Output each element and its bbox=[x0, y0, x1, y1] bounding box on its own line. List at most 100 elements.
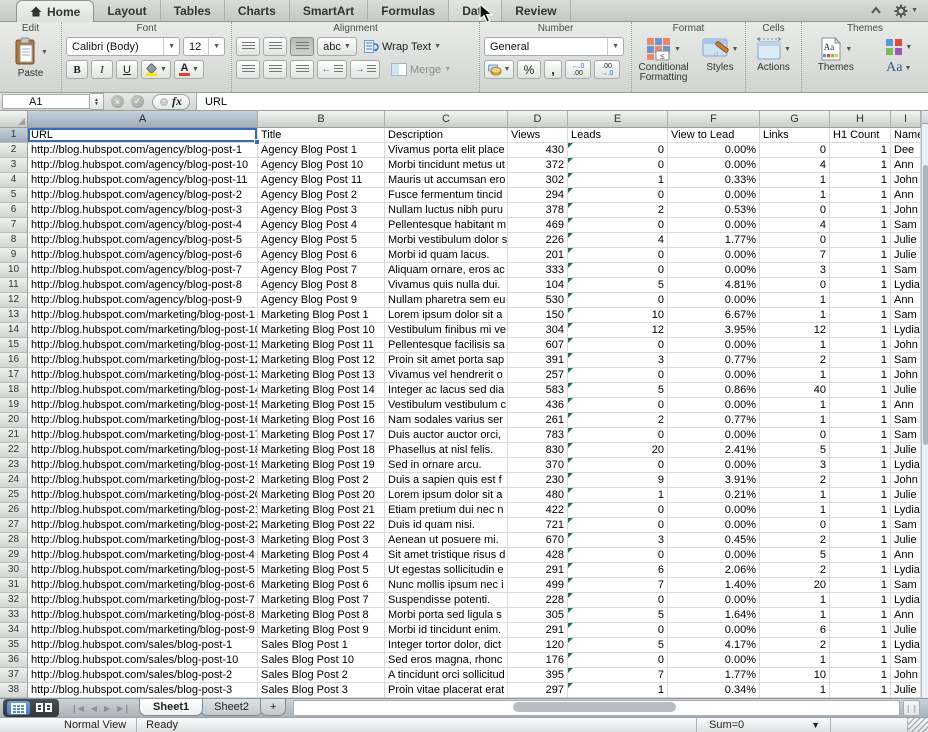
cell-name[interactable]: John bbox=[891, 368, 921, 383]
cell-title[interactable]: Agency Blog Post 9 bbox=[258, 293, 385, 308]
cell-description[interactable]: Morbi vestibulum dolor s bbox=[385, 233, 508, 248]
conditional-formatting-button[interactable]: ≤ ▼ Conditional Formatting bbox=[639, 37, 689, 83]
cell-name[interactable]: Lydia bbox=[891, 278, 921, 293]
row-header-14[interactable]: 14 bbox=[0, 323, 28, 338]
increase-decimal-button[interactable]: .00 →.0 bbox=[594, 60, 620, 79]
cell-links[interactable]: 0 bbox=[760, 143, 830, 158]
cell-views[interactable]: 783 bbox=[508, 428, 568, 443]
row-header-6[interactable]: 6 bbox=[0, 203, 28, 218]
cell-view_to_lead[interactable]: 2.41% bbox=[668, 443, 760, 458]
cell-views[interactable]: 294 bbox=[508, 188, 568, 203]
row-header-16[interactable]: 16 bbox=[0, 353, 28, 368]
prev-sheet-button[interactable]: ◀ bbox=[91, 704, 97, 713]
cell-view_to_lead[interactable]: 0.00% bbox=[668, 653, 760, 668]
actions-button[interactable]: ▼ Actions bbox=[746, 35, 801, 73]
cell-h1_count[interactable]: 1 bbox=[830, 248, 891, 263]
cell-views[interactable]: 304 bbox=[508, 323, 568, 338]
cell-h1_count[interactable]: 1 bbox=[830, 668, 891, 683]
cell-links[interactable]: 2 bbox=[760, 563, 830, 578]
cell-name[interactable]: Julie bbox=[891, 443, 921, 458]
cell-leads[interactable]: 1 bbox=[568, 488, 668, 503]
cell-name[interactable]: Dee bbox=[891, 143, 921, 158]
row-header-10[interactable]: 10 bbox=[0, 263, 28, 278]
cell-links[interactable]: 0 bbox=[760, 233, 830, 248]
cell-leads[interactable]: 0 bbox=[568, 428, 668, 443]
ribbon-tab-review[interactable]: Review bbox=[502, 0, 570, 21]
row-header-5[interactable]: 5 bbox=[0, 188, 28, 203]
cell-links[interactable]: 20 bbox=[760, 578, 830, 593]
cell-h1_count[interactable]: 1 bbox=[830, 383, 891, 398]
cell-title[interactable]: Agency Blog Post 11 bbox=[258, 173, 385, 188]
cell-h1_count[interactable]: 1 bbox=[830, 473, 891, 488]
cell-h1_count[interactable]: 1 bbox=[830, 518, 891, 533]
cell-description[interactable]: Vivamus quis nulla dui. bbox=[385, 278, 508, 293]
row-header-21[interactable]: 21 bbox=[0, 428, 28, 443]
fill-handle[interactable] bbox=[254, 139, 260, 145]
cell-url[interactable]: http://blog.hubspot.com/marketing/blog-p… bbox=[28, 473, 258, 488]
cell-views[interactable]: 333 bbox=[508, 263, 568, 278]
enter-button[interactable]: ✓ bbox=[131, 95, 144, 108]
cell-view_to_lead[interactable]: 0.00% bbox=[668, 188, 760, 203]
cell-title[interactable]: Marketing Blog Post 14 bbox=[258, 383, 385, 398]
cell-links[interactable]: 1 bbox=[760, 398, 830, 413]
cell-name[interactable]: Ann bbox=[891, 608, 921, 623]
column-header-G[interactable]: G bbox=[760, 111, 830, 127]
cell-h1_count[interactable]: 1 bbox=[830, 338, 891, 353]
cell-title[interactable]: Marketing Blog Post 5 bbox=[258, 563, 385, 578]
insert-function-button[interactable]: − fx bbox=[152, 94, 190, 110]
cell-h1_count[interactable]: 1 bbox=[830, 638, 891, 653]
cell-h1_count[interactable]: 1 bbox=[830, 203, 891, 218]
cell-views[interactable]: 291 bbox=[508, 623, 568, 638]
cell-view_to_lead[interactable]: 0.00% bbox=[668, 548, 760, 563]
cell-description[interactable]: Morbi id tincidunt enim. bbox=[385, 623, 508, 638]
cell-description[interactable]: Aenean ut posuere mi. bbox=[385, 533, 508, 548]
cell-leads[interactable]: 0 bbox=[568, 218, 668, 233]
cell-name[interactable]: Sam bbox=[891, 353, 921, 368]
cell-h1_count[interactable]: 1 bbox=[830, 158, 891, 173]
cell-title[interactable]: Marketing Blog Post 22 bbox=[258, 518, 385, 533]
cell-url[interactable]: http://blog.hubspot.com/agency/blog-post… bbox=[28, 203, 258, 218]
cell-url[interactable]: http://blog.hubspot.com/agency/blog-post… bbox=[28, 143, 258, 158]
cell-h1_count[interactable]: 1 bbox=[830, 143, 891, 158]
cell-title[interactable]: Agency Blog Post 2 bbox=[258, 188, 385, 203]
cell-leads[interactable]: 5 bbox=[568, 383, 668, 398]
cell-title[interactable]: Sales Blog Post 3 bbox=[258, 683, 385, 698]
cell-links[interactable]: 1 bbox=[760, 488, 830, 503]
text-orientation-button[interactable]: abc▼ bbox=[317, 37, 357, 56]
cell-view_to_lead[interactable]: 0.00% bbox=[668, 158, 760, 173]
ribbon-tab-home[interactable]: Home bbox=[16, 0, 94, 22]
cell-url[interactable]: http://blog.hubspot.com/agency/blog-post… bbox=[28, 278, 258, 293]
cell-leads[interactable]: 0 bbox=[568, 653, 668, 668]
column-header-E[interactable]: E bbox=[568, 111, 668, 127]
row-header-34[interactable]: 34 bbox=[0, 623, 28, 638]
cell-views[interactable]: 830 bbox=[508, 443, 568, 458]
cell-leads[interactable]: 5 bbox=[568, 278, 668, 293]
cell-links[interactable]: 5 bbox=[760, 443, 830, 458]
cell-description[interactable]: Vestibulum vestibulum c bbox=[385, 398, 508, 413]
ribbon-tab-tables[interactable]: Tables bbox=[161, 0, 225, 21]
cell-name[interactable]: Name bbox=[891, 128, 921, 143]
cell-view_to_lead[interactable]: 0.34% bbox=[668, 683, 760, 698]
cell-name[interactable]: Ann bbox=[891, 188, 921, 203]
cell-leads[interactable]: 0 bbox=[568, 368, 668, 383]
cell-title[interactable]: Agency Blog Post 8 bbox=[258, 278, 385, 293]
cell-view_to_lead[interactable]: 1.40% bbox=[668, 578, 760, 593]
cell-links[interactable]: 1 bbox=[760, 413, 830, 428]
cell-links[interactable]: 2 bbox=[760, 638, 830, 653]
cell-description[interactable]: Sed in ornare arcu. bbox=[385, 458, 508, 473]
cell-h1_count[interactable]: 1 bbox=[830, 413, 891, 428]
cell-views[interactable]: 430 bbox=[508, 143, 568, 158]
row-header-33[interactable]: 33 bbox=[0, 608, 28, 623]
cell-views[interactable]: 422 bbox=[508, 503, 568, 518]
cell-links[interactable]: 0 bbox=[760, 203, 830, 218]
cell-leads[interactable]: Leads bbox=[568, 128, 668, 143]
cell-description[interactable]: Duis a sapien quis est f bbox=[385, 473, 508, 488]
cell-view_to_lead[interactable]: 0.77% bbox=[668, 413, 760, 428]
cell-leads[interactable]: 2 bbox=[568, 413, 668, 428]
cell-view_to_lead[interactable]: 4.17% bbox=[668, 638, 760, 653]
cell-description[interactable]: Sed eros magna, rhonc bbox=[385, 653, 508, 668]
cell-name[interactable]: Sam bbox=[891, 308, 921, 323]
cell-views[interactable]: 721 bbox=[508, 518, 568, 533]
row-header-9[interactable]: 9 bbox=[0, 248, 28, 263]
row-header-25[interactable]: 25 bbox=[0, 488, 28, 503]
